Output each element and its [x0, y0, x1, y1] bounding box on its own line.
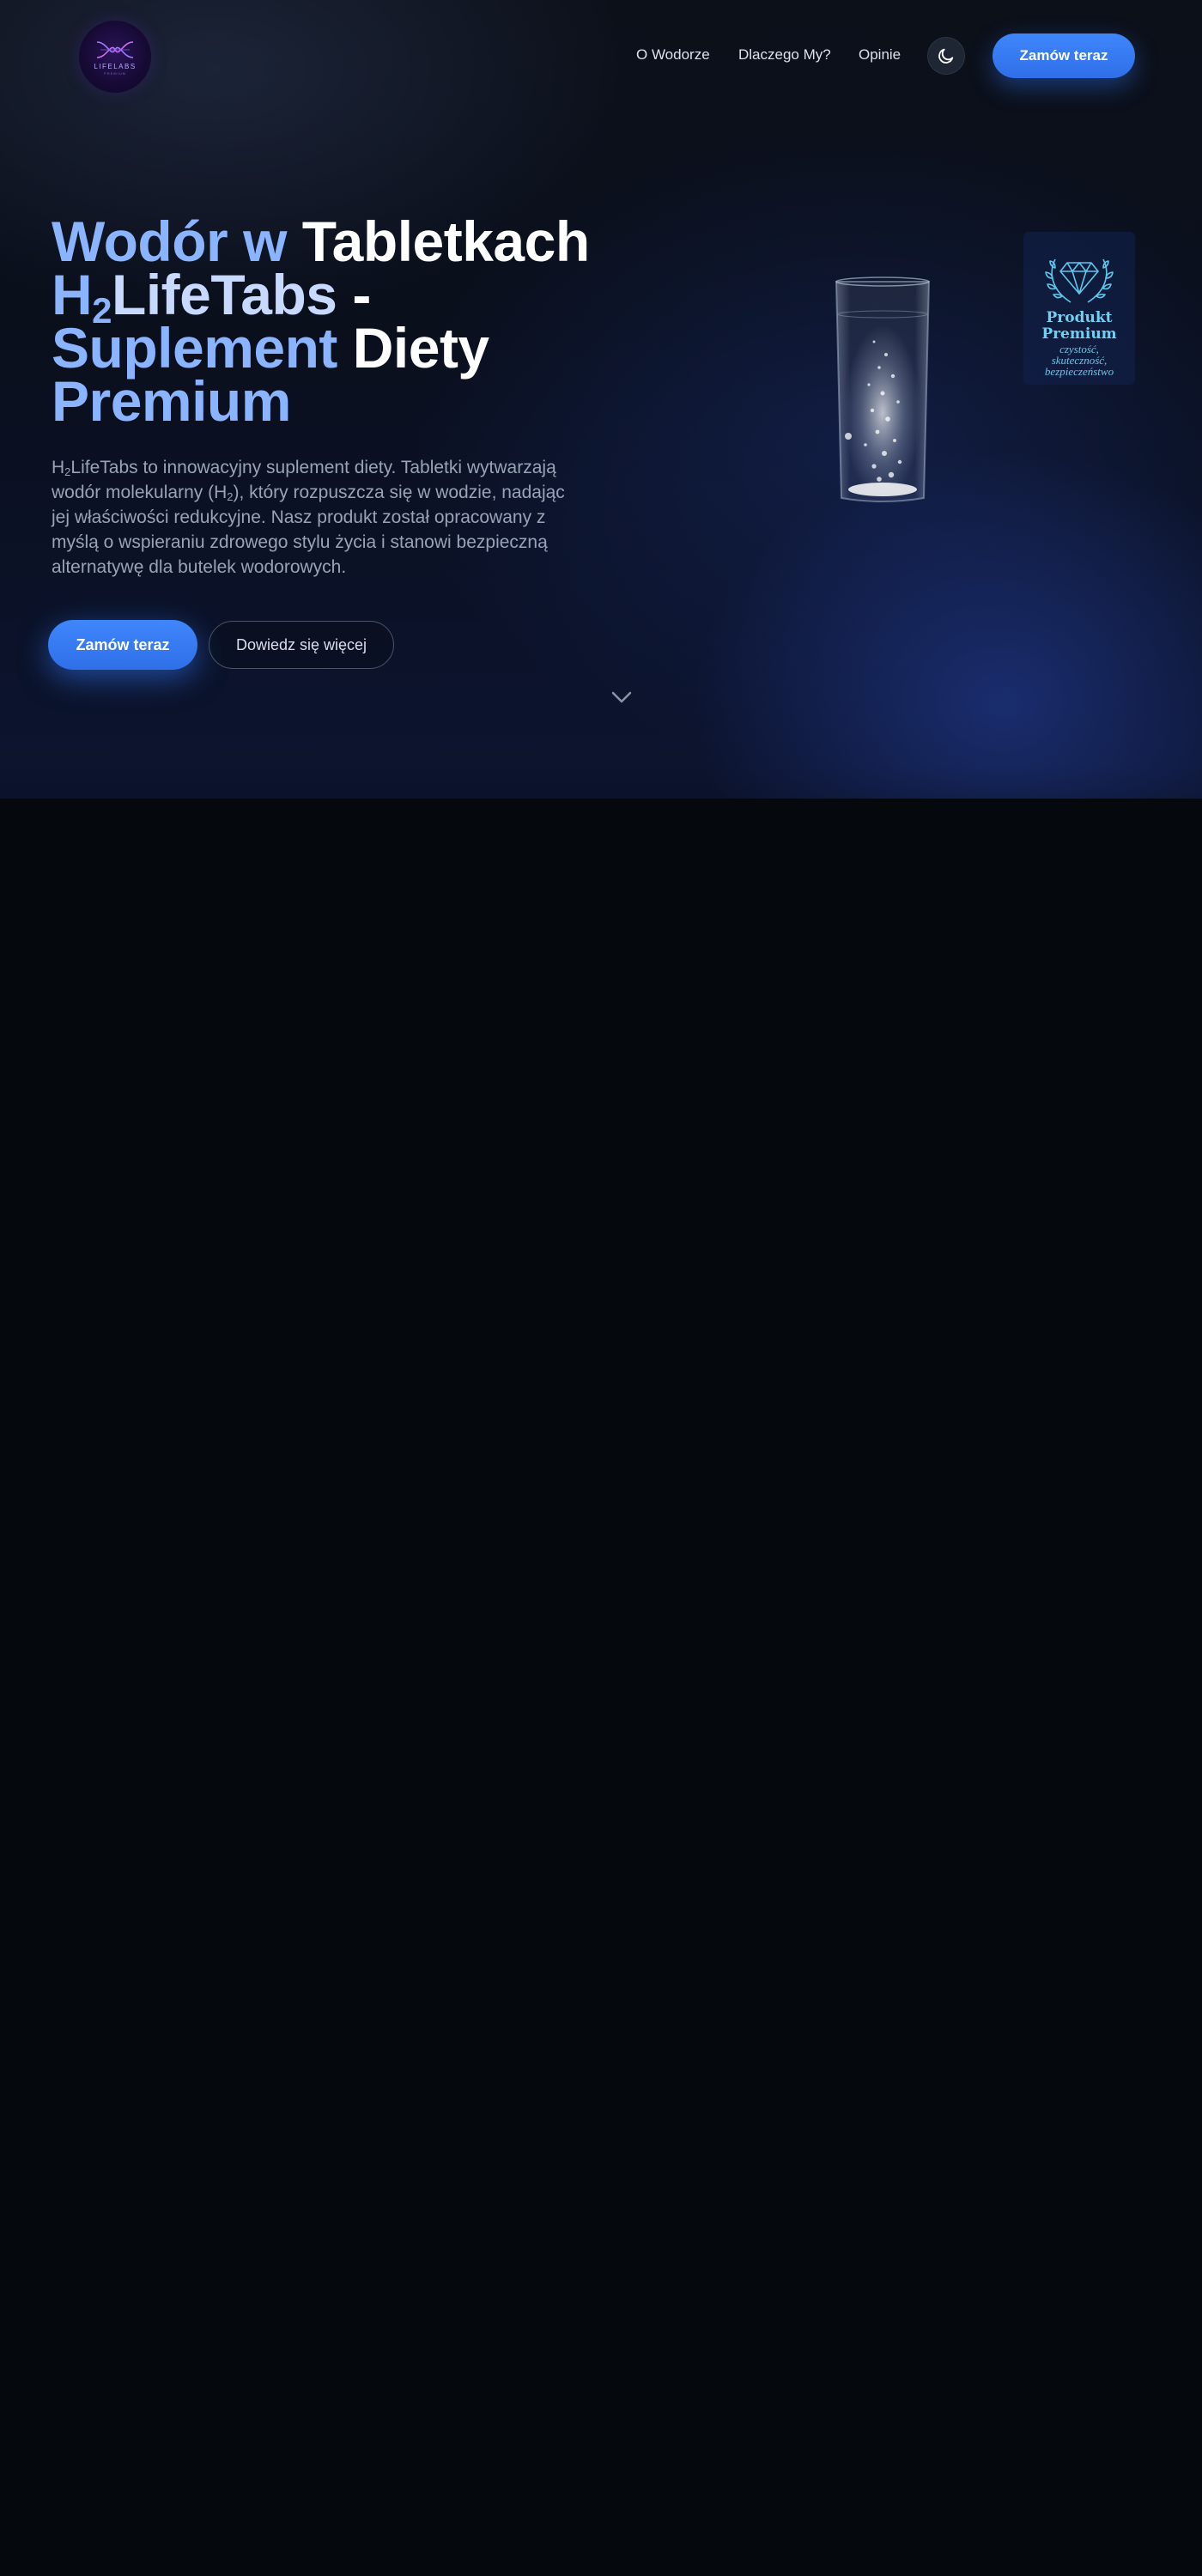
- hero-section: LIFELABS PREMIUM O Wodorze Dlaczego My? …: [0, 0, 1202, 799]
- badge-subtitle: czystość, skuteczność, bezpieczeństwo: [1044, 343, 1114, 378]
- lead-h: H: [52, 458, 65, 477]
- hero-description: H2LifeTabs to innowacyjny suplement diet…: [52, 455, 584, 580]
- nav-link-o-wodorze[interactable]: O Wodorze: [636, 46, 710, 64]
- premium-product-badge: Produkt Premium czystość, skuteczność, b…: [1023, 232, 1135, 385]
- moon-icon: [938, 48, 954, 64]
- hero-order-button[interactable]: Zamów teraz: [48, 620, 197, 670]
- theme-toggle-button[interactable]: [927, 37, 965, 75]
- nav-order-button[interactable]: Zamów teraz: [993, 33, 1135, 78]
- nav-link-opinie[interactable]: Opinie: [859, 46, 901, 64]
- learn-more-button[interactable]: Dowiedz się więcej: [209, 621, 394, 669]
- nav-link-dlaczego-my[interactable]: Dlaczego My?: [738, 46, 831, 64]
- product-glass-image: [835, 276, 931, 502]
- logo-text: LIFELABS: [94, 62, 137, 70]
- headline-part-2: Tabletkach: [301, 210, 590, 273]
- headline-premium: Premium: [52, 369, 291, 433]
- badge-title-line-2: Premium: [1041, 325, 1117, 343]
- logo-subtext: PREMIUM: [104, 70, 126, 76]
- headline-diety: Diety: [352, 316, 489, 380]
- brand-logo[interactable]: LIFELABS PREMIUM: [79, 21, 151, 93]
- diamond-laurel-icon: [1045, 258, 1114, 303]
- chevron-down-icon[interactable]: [610, 687, 634, 708]
- helix-logo-icon: [96, 40, 134, 58]
- hero-headline: Wodór w Tabletkach H2LifeTabs - Suplemen…: [52, 213, 653, 429]
- badge-title-line-1: Produkt: [1046, 309, 1113, 326]
